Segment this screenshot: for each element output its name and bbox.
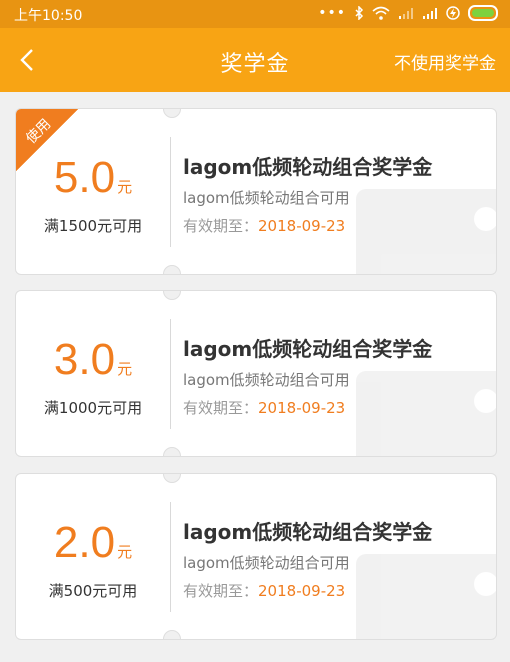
expiry-label: 有效期至： <box>183 217 259 235</box>
amount-unit: 元 <box>117 360 133 378</box>
expiry: 有效期至：2018-09-23 <box>183 215 345 236</box>
amount: 5.0 元 <box>16 153 170 203</box>
bluetooth-icon <box>355 6 364 20</box>
expiry-date: 2018-09-23 <box>258 399 346 417</box>
ticket-notch <box>163 109 181 118</box>
expiry: 有效期至：2018-09-23 <box>183 580 345 601</box>
signal-icon <box>423 7 437 19</box>
scholarship-card[interactable]: 3.0 元 满1000元可用 lagom低频轮动组合奖学金 lagom低频轮动组合… <box>15 290 497 457</box>
ticket-notch <box>163 630 181 639</box>
card-title: lagom低频轮动组合奖学金 <box>183 337 433 361</box>
usage-condition: 满500元可用 <box>48 582 138 600</box>
status-bar: 上午10:50 ••• <box>0 0 510 28</box>
divider <box>170 319 171 429</box>
amount-value: 5.0 <box>53 153 116 202</box>
usage-condition: 满1000元可用 <box>43 399 143 417</box>
ticket-notch <box>163 474 181 483</box>
ticket-notch <box>163 447 181 456</box>
nav-bar: 奖学金 不使用奖学金 <box>0 28 510 92</box>
expiry-label: 有效期至： <box>183 399 259 417</box>
no-scholarship-button[interactable]: 不使用奖学金 <box>394 49 496 74</box>
ticket-notch <box>163 265 181 274</box>
amount-unit: 元 <box>117 178 133 196</box>
card-title: lagom低频轮动组合奖学金 <box>183 155 433 179</box>
amount-value: 2.0 <box>53 518 116 567</box>
scholarship-card[interactable]: 2.0 元 满500元可用 lagom低频轮动组合奖学金 lagom低频轮动组合可… <box>15 473 497 640</box>
amount: 3.0 元 <box>16 335 170 385</box>
battery-icon <box>468 5 498 21</box>
divider <box>170 137 171 247</box>
card-subtitle: lagom低频轮动组合可用 <box>183 554 350 572</box>
card-subtitle: lagom低频轮动组合可用 <box>183 189 350 207</box>
expiry-label: 有效期至： <box>183 582 259 600</box>
expiry-date: 2018-09-23 <box>258 582 346 600</box>
amount: 2.0 元 <box>16 518 170 568</box>
card-title: lagom低频轮动组合奖学金 <box>183 520 433 544</box>
usage-condition: 满1500元可用 <box>43 217 143 235</box>
scholarship-card[interactable]: 使用 5.0 元 满1500元可用 lagom低频轮动组合奖学金 lagom低频轮… <box>15 108 497 275</box>
charging-icon <box>446 6 460 20</box>
amount-value: 3.0 <box>53 335 116 384</box>
signal-weak-icon <box>399 7 413 19</box>
divider <box>170 502 171 612</box>
status-time: 上午10:50 <box>14 8 83 24</box>
expiry: 有效期至：2018-09-23 <box>183 397 345 418</box>
wifi-icon <box>372 6 390 20</box>
status-icons: ••• <box>318 5 498 21</box>
amount-unit: 元 <box>117 543 133 561</box>
card-subtitle: lagom低频轮动组合可用 <box>183 371 350 389</box>
more-dots-icon: ••• <box>318 5 346 21</box>
ticket-notch <box>163 291 181 300</box>
used-badge: 使用 <box>23 116 55 148</box>
expiry-date: 2018-09-23 <box>258 217 346 235</box>
